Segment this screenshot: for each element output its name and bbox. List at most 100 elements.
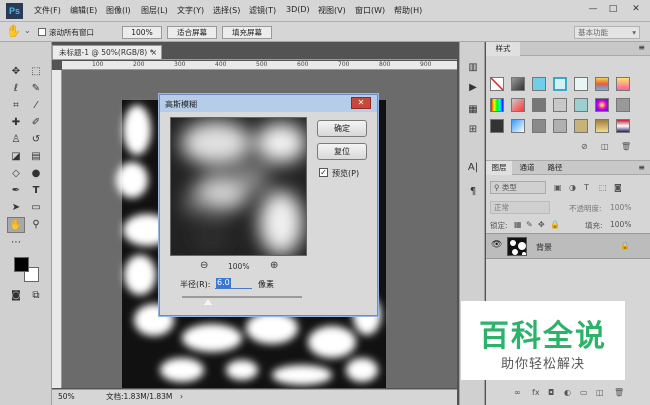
fill-screen-button[interactable]: 填充屏幕: [222, 26, 272, 39]
blur-tool-icon[interactable]: ◇: [7, 166, 25, 182]
trash-icon[interactable]: 🗑: [621, 142, 631, 151]
filter-type-icon[interactable]: T: [584, 183, 589, 192]
workspace-select[interactable]: 基本功能 ▾: [574, 26, 640, 39]
zoom-tool-icon[interactable]: ⚲: [27, 217, 45, 233]
blend-mode-select[interactable]: 正常: [490, 201, 550, 214]
filter-pixel-icon[interactable]: ▣: [554, 183, 562, 192]
adjustment-layer-icon[interactable]: ◐: [564, 388, 571, 397]
fill-value[interactable]: 100%: [610, 220, 631, 229]
style-swatch[interactable]: [553, 119, 567, 133]
marquee-tool-icon[interactable]: ⬚: [27, 64, 45, 80]
adjustments-panel-icon[interactable]: ⊞: [464, 122, 482, 138]
lasso-tool-icon[interactable]: ℓ: [7, 81, 25, 97]
style-swatch[interactable]: [511, 77, 525, 91]
new-group-icon[interactable]: ▭: [580, 388, 588, 397]
menu-view[interactable]: 视图(V): [318, 5, 346, 16]
healing-brush-tool-icon[interactable]: ✚: [7, 115, 25, 131]
clone-stamp-tool-icon[interactable]: ♙: [7, 132, 25, 148]
style-none-swatch[interactable]: [490, 77, 504, 91]
menu-image[interactable]: 图像(I): [106, 5, 131, 16]
lock-all-icon[interactable]: 🔒: [550, 220, 560, 229]
style-swatch[interactable]: [532, 119, 546, 133]
style-swatch[interactable]: [595, 77, 609, 91]
gradient-tool-icon[interactable]: ▤: [27, 149, 45, 165]
eraser-tool-icon[interactable]: ◪: [7, 149, 25, 165]
properties-panel-icon[interactable]: ▦: [464, 102, 482, 118]
history-brush-tool-icon[interactable]: ↺: [27, 132, 45, 148]
style-swatch[interactable]: [616, 77, 630, 91]
menu-select[interactable]: 选择(S): [213, 5, 240, 16]
lock-pixels-icon[interactable]: ▦: [514, 220, 522, 229]
style-swatch[interactable]: [490, 98, 504, 112]
status-arrow-icon[interactable]: ›: [180, 390, 183, 404]
opacity-value[interactable]: 100%: [610, 203, 631, 212]
brush-tool-icon[interactable]: ✐: [27, 115, 45, 131]
radius-slider-track[interactable]: [182, 296, 302, 298]
paragraph-panel-icon[interactable]: ¶: [464, 184, 482, 200]
lock-paint-icon[interactable]: ✎: [526, 220, 533, 229]
hand-tool-active-icon[interactable]: ✋: [7, 217, 25, 233]
tool-preset-chevron-icon[interactable]: ⌄: [24, 26, 31, 35]
pen-tool-icon[interactable]: ✒: [7, 183, 25, 199]
type-tool-icon[interactable]: T: [27, 183, 45, 199]
menu-window[interactable]: 窗口(W): [355, 5, 385, 16]
panel-menu-icon[interactable]: ≡: [638, 43, 645, 52]
add-mask-icon[interactable]: ◘: [548, 388, 554, 397]
dodge-tool-icon[interactable]: ●: [27, 166, 45, 182]
blur-preview[interactable]: [170, 117, 307, 256]
filter-shape-icon[interactable]: ⬚: [599, 183, 607, 192]
tab-styles[interactable]: 样式: [486, 42, 520, 56]
tab-channels[interactable]: 通道: [514, 161, 540, 175]
radius-input[interactable]: [215, 277, 252, 289]
lock-position-icon[interactable]: ✥: [538, 220, 545, 229]
style-swatch[interactable]: [616, 98, 630, 112]
history-panel-icon[interactable]: ▥: [464, 60, 482, 76]
zoom-out-icon[interactable]: ⊖: [200, 260, 208, 271]
document-tab[interactable]: 未标题-1 @ 50%(RGB/8) * ×: [52, 45, 162, 59]
preview-checkbox[interactable]: ✓: [319, 168, 328, 177]
style-swatch[interactable]: [553, 77, 567, 91]
panel-menu-icon[interactable]: ≡: [638, 163, 645, 172]
close-window-icon[interactable]: ✕: [628, 2, 644, 16]
fx-icon[interactable]: fx: [532, 388, 540, 397]
style-swatch[interactable]: [595, 98, 609, 112]
style-swatch[interactable]: [532, 98, 546, 112]
kind-filter-select[interactable]: ⚲ 类型: [490, 181, 546, 194]
eye-icon[interactable]: 👁: [491, 240, 502, 250]
quick-select-tool-icon[interactable]: ✎: [27, 81, 45, 97]
menu-file[interactable]: 文件(F): [34, 5, 61, 16]
stop-icon[interactable]: ⊘: [581, 142, 588, 151]
menu-3d[interactable]: 3D(D): [286, 5, 310, 14]
close-icon[interactable]: ✕: [351, 97, 371, 109]
menu-layer[interactable]: 图层(L): [141, 5, 168, 16]
quick-mask-icon[interactable]: ◙: [7, 288, 25, 304]
actions-play-icon[interactable]: ▶: [464, 80, 482, 96]
ok-button[interactable]: 确定: [317, 120, 367, 137]
path-select-tool-icon[interactable]: ➤: [7, 200, 25, 216]
delete-layer-icon[interactable]: 🗑: [614, 388, 624, 397]
fit-screen-button[interactable]: 适合屏幕: [167, 26, 217, 39]
status-zoom[interactable]: 50%: [58, 390, 75, 404]
filter-smart-icon[interactable]: ◙: [614, 183, 622, 192]
radius-slider-thumb[interactable]: [204, 299, 213, 305]
style-swatch[interactable]: [511, 119, 525, 133]
maximize-icon[interactable]: □: [605, 2, 621, 16]
menu-type[interactable]: 文字(Y): [177, 5, 204, 16]
dialog-titlebar[interactable]: 高斯模糊 ✕: [160, 95, 377, 112]
scroll-all-checkbox[interactable]: [38, 28, 46, 36]
screen-mode-icon[interactable]: ⧉: [27, 288, 45, 304]
style-swatch[interactable]: [490, 119, 504, 133]
character-panel-icon[interactable]: A|: [464, 160, 482, 176]
tab-paths[interactable]: 路径: [542, 161, 568, 175]
more-tools-icon[interactable]: ⋯: [7, 235, 25, 251]
filter-adjust-icon[interactable]: ◑: [569, 183, 576, 192]
shape-tool-icon[interactable]: ▭: [27, 200, 45, 216]
style-swatch[interactable]: [511, 98, 525, 112]
layer-row-background[interactable]: 👁 背景 🔒: [486, 233, 650, 259]
foreground-color-swatch[interactable]: [14, 257, 29, 272]
new-style-icon[interactable]: ◫: [601, 142, 609, 151]
crop-tool-icon[interactable]: ⌗: [7, 98, 25, 114]
style-swatch[interactable]: [574, 77, 588, 91]
menu-help[interactable]: 帮助(H): [394, 5, 422, 16]
zoom-100-button[interactable]: 100%: [122, 26, 162, 39]
